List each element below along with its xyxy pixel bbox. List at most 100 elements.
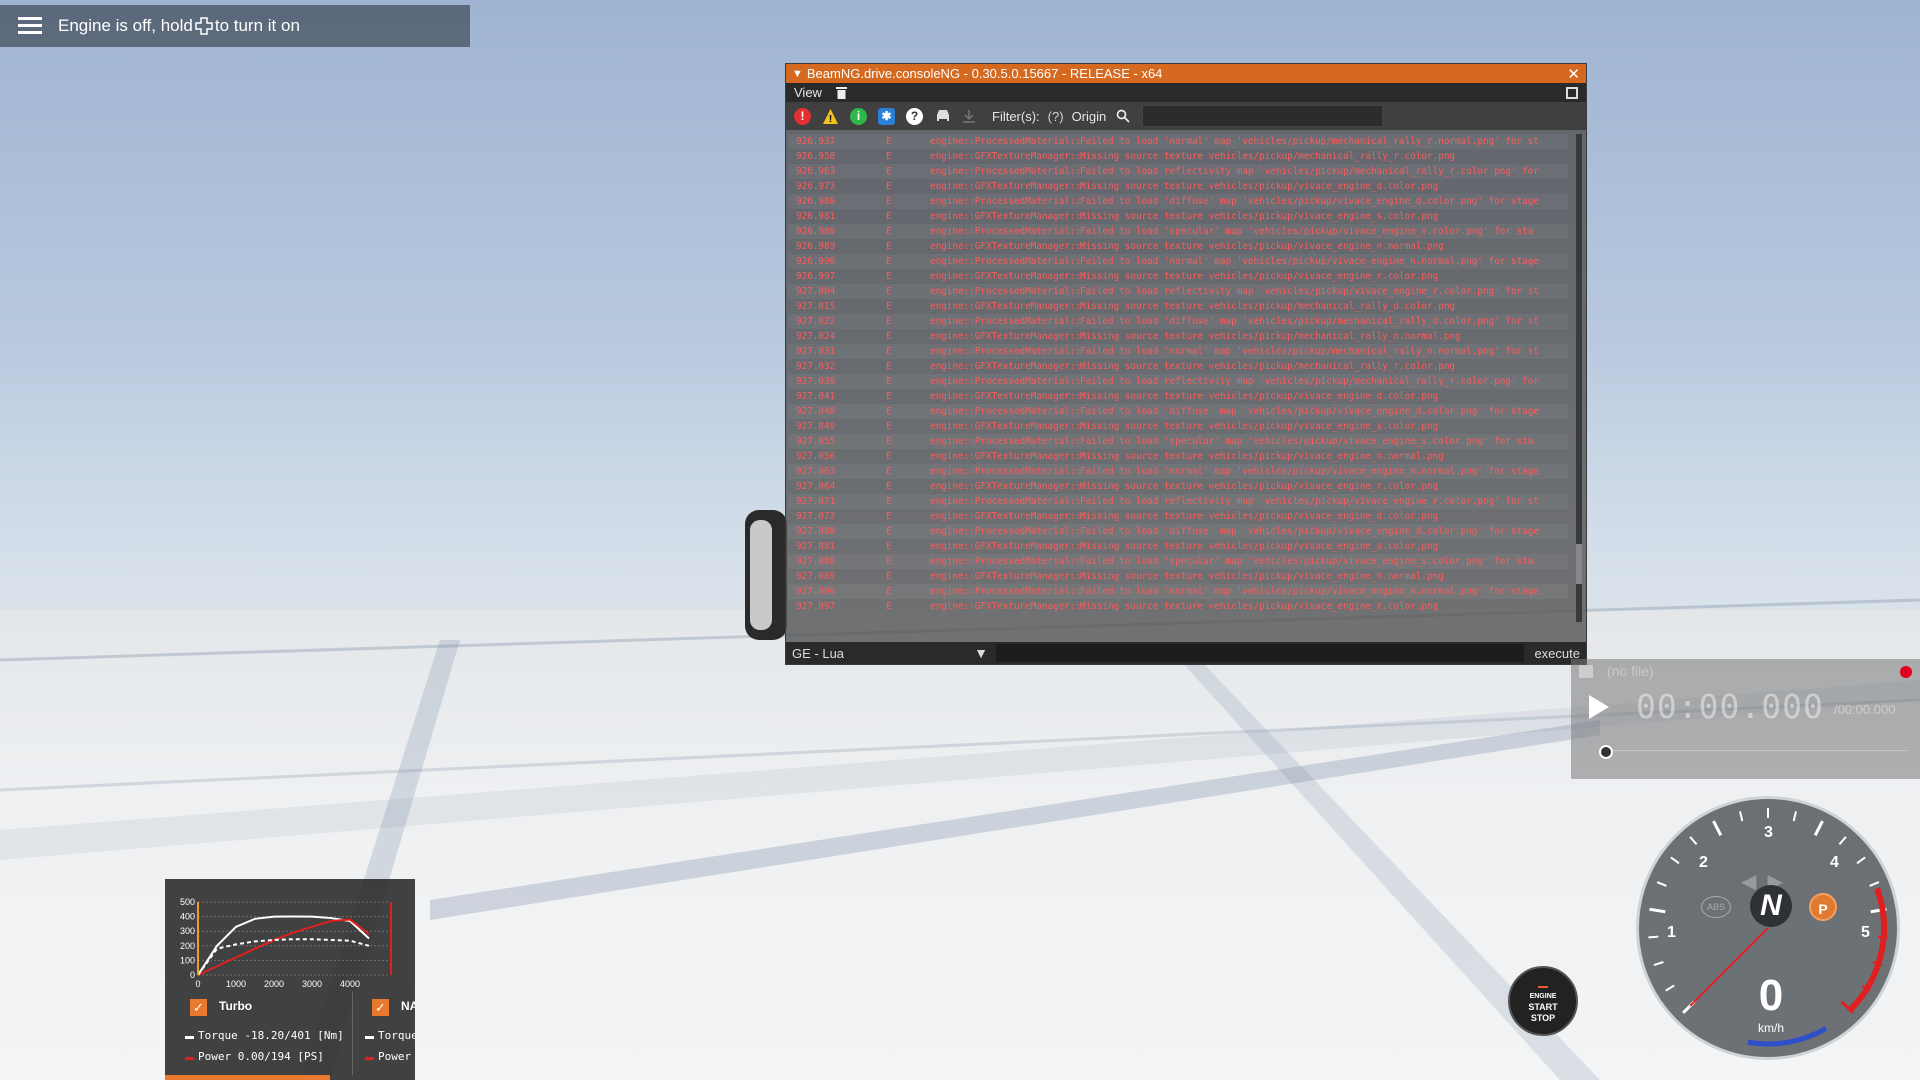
log-level: E [886, 211, 892, 222]
log-time: 927.071 [796, 496, 836, 507]
log-row[interactable]: 927.041 Eengine::GFXTextureManager::_cook… [788, 389, 1568, 404]
record-icon[interactable] [1900, 666, 1912, 678]
tachometer-gauge: 1 2 3 4 5 ◀ ▶ ABS N P 0 km/h [1636, 796, 1900, 1060]
log-row[interactable]: 927.081 Eengine::GFXTextureManager::_cook… [788, 539, 1568, 554]
log-row[interactable]: 927.022 Eengine::ProcessedMaterial::_setS… [788, 314, 1568, 329]
log-origin: engine::ProcessedMaterial::_setSt [930, 256, 1080, 267]
console-scrollbar[interactable] [1576, 134, 1582, 622]
rpm-label-1: 1 [1667, 924, 1676, 941]
console-titlebar[interactable]: ▼ BeamNG.drive.consoleNG - 0.30.5.0.1566… [786, 64, 1586, 83]
log-message: Failed to load 'normal' map 'vehicles/pi… [1080, 586, 1539, 597]
log-level: E [886, 526, 892, 537]
log-row[interactable]: 927.063 Eengine::ProcessedMaterial::_setS… [788, 464, 1568, 479]
log-row[interactable]: 927.049 Eengine::GFXTextureManager::_cook… [788, 419, 1568, 434]
log-message: Failed to load reflectivity map 'vehicle… [1080, 496, 1539, 507]
rpm-label-3: 3 [1764, 824, 1773, 841]
log-row[interactable]: 927.096 Eengine::ProcessedMaterial::_setS… [788, 584, 1568, 599]
log-row[interactable]: 927.031 Eengine::ProcessedMaterial::_setS… [788, 344, 1568, 359]
parking-brake-indicator: P [1809, 893, 1837, 921]
log-time: 926.996 [796, 256, 836, 267]
log-row[interactable]: 927.064 Eengine::GFXTextureManager::_cook… [788, 479, 1568, 494]
replay-scrubber[interactable] [1599, 745, 1613, 759]
origin-toggle[interactable]: Origin [1072, 109, 1107, 124]
command-input[interactable] [996, 644, 1525, 662]
na-checkbox[interactable]: ✓ [372, 999, 389, 1016]
gauge-tick [1813, 820, 1824, 837]
dpad-icon [195, 17, 213, 35]
trash-icon[interactable] [835, 86, 847, 99]
gauge-tick [1648, 935, 1659, 939]
log-row[interactable]: 927.032 Eengine::GFXTextureManager::_cook… [788, 359, 1568, 374]
log-row[interactable]: 927.004 Eengine::ProcessedMaterial::_setS… [788, 284, 1568, 299]
log-origin: engine::ProcessedMaterial::_setSt [930, 136, 1080, 147]
log-row[interactable]: 926.989 Eengine::ProcessedMaterial::_setS… [788, 224, 1568, 239]
log-level: E [886, 331, 892, 342]
log-row[interactable]: 926.997 Eengine::GFXTextureManager::_cook… [788, 269, 1568, 284]
log-row[interactable]: 927.056 Eengine::GFXTextureManager::_cook… [788, 449, 1568, 464]
log-origin: engine::GFXTextureManager::_cookT [930, 331, 1080, 342]
turbo-checkbox[interactable]: ✓ [190, 999, 207, 1016]
log-row[interactable]: 927.071 Eengine::ProcessedMaterial::_setS… [788, 494, 1568, 509]
menu-view[interactable]: View [794, 85, 822, 100]
log-row[interactable]: 927.024 Eengine::GFXTextureManager::_cook… [788, 329, 1568, 344]
gauge-tick [1712, 820, 1723, 837]
log-time: 927.049 [796, 421, 836, 432]
log-row[interactable]: 927.073 Eengine::GFXTextureManager::_cook… [788, 509, 1568, 524]
gauge-tick [1869, 881, 1880, 887]
folder-icon[interactable] [1579, 665, 1593, 678]
y-tick-label: 200 [180, 941, 195, 951]
search-icon [1116, 109, 1130, 123]
log-row[interactable]: 926.980 Eengine::ProcessedMaterial::_setS… [788, 194, 1568, 209]
download-icon[interactable] [962, 109, 976, 123]
filters-help[interactable]: (?) [1048, 109, 1064, 124]
lua-context-select[interactable]: GE - Lua ▼ [786, 645, 992, 661]
log-level: E [886, 466, 892, 477]
log-row[interactable]: 927.039 Eengine::ProcessedMaterial::_setS… [788, 374, 1568, 389]
help-icon[interactable]: ? [906, 107, 923, 125]
gauge-tick [1653, 961, 1664, 967]
log-row[interactable]: 926.996 Eengine::ProcessedMaterial::_setS… [788, 254, 1568, 269]
log-row[interactable]: 926.937 Eengine::ProcessedMaterial::_setS… [788, 134, 1568, 149]
log-row[interactable]: 927.055 Eengine::ProcessedMaterial::_setS… [788, 434, 1568, 449]
torque-curve-panel: 0 100 200 300 400 500 0 1000 2000 3000 4000 ✓ Turb… [165, 879, 415, 1080]
log-message: Failed to load reflectivity map 'vehicle… [1080, 376, 1539, 387]
log-origin: engine::GFXTextureManager::_cookT [930, 211, 1080, 222]
console-search-input[interactable] [1142, 105, 1384, 127]
log-row[interactable]: 927.015 Eengine::GFXTextureManager::_cook… [788, 299, 1568, 314]
replay-track[interactable] [1607, 750, 1907, 751]
debug-filter-icon[interactable]: ✱ [878, 107, 895, 125]
log-row[interactable]: 927.097 Eengine::GFXTextureManager::_cook… [788, 599, 1568, 614]
log-origin: engine::GFXTextureManager::_cookT [930, 151, 1080, 162]
log-row[interactable]: 926.963 Eengine::ProcessedMaterial::_setS… [788, 164, 1568, 179]
log-time: 927.055 [796, 436, 836, 447]
log-time: 927.088 [796, 556, 836, 567]
lua-context-value: GE - Lua [792, 645, 845, 661]
log-level: E [886, 196, 892, 207]
log-level: E [886, 166, 892, 177]
log-origin: engine::ProcessedMaterial::_setSt [930, 556, 1080, 567]
vehicle-filter-icon[interactable] [934, 109, 952, 123]
log-row[interactable]: 926.973 Eengine::GFXTextureManager::_cook… [788, 179, 1568, 194]
warning-filter-icon[interactable]: ! [822, 108, 839, 125]
fullscreen-icon[interactable] [1566, 86, 1578, 99]
log-row[interactable]: 926.981 Eengine::GFXTextureManager::_cook… [788, 209, 1568, 224]
menu-icon[interactable] [18, 17, 42, 35]
log-origin: engine::GFXTextureManager::_cookT [930, 601, 1080, 612]
collapse-icon[interactable]: ▼ [792, 68, 803, 80]
log-row[interactable]: 926.958 Eengine::GFXTextureManager::_cook… [788, 149, 1568, 164]
close-icon[interactable]: ✕ [1567, 65, 1580, 83]
log-row[interactable]: 927.080 Eengine::ProcessedMaterial::_setS… [788, 524, 1568, 539]
error-filter-icon[interactable]: ! [794, 107, 811, 125]
log-time: 926.937 [796, 136, 836, 147]
log-row[interactable]: 926.989 Eengine::GFXTextureManager::_cook… [788, 239, 1568, 254]
console-log-list[interactable]: 926.937Eengine::ProcessedMaterial::_setS… [788, 134, 1568, 622]
y-tick-label: 300 [180, 926, 195, 936]
log-message: Missing source texture vehicles/pickup/v… [1080, 451, 1444, 462]
log-row[interactable]: 927.089 Eengine::GFXTextureManager::_cook… [788, 569, 1568, 584]
log-row[interactable]: 927.048 Eengine::ProcessedMaterial::_setS… [788, 404, 1568, 419]
info-filter-icon[interactable]: i [850, 107, 867, 125]
log-row[interactable]: 927.088 Eengine::ProcessedMaterial::_setS… [788, 554, 1568, 569]
engine-start-stop-button[interactable]: ENGINE START STOP [1508, 966, 1578, 1036]
play-icon[interactable] [1589, 695, 1609, 719]
speed-value: 0 [1758, 971, 1784, 1020]
